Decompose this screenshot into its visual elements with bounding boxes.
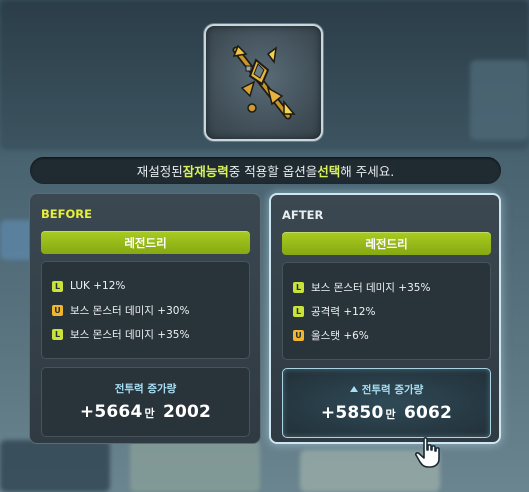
stat-row: L 보스 몬스터 데미지 +35% [293,275,490,299]
stat-row: L 공격력 +12% [293,299,490,323]
stat-text: 보스 몬스터 데미지 +35% [70,328,190,341]
before-power-label: 전투력 증가량 [114,383,177,395]
background-blur-bottom-1 [130,440,260,492]
power-value-unit: 만 [144,407,155,420]
legendary-grade-icon: L [52,328,63,340]
before-title: BEFORE [41,207,92,221]
instruction-bar: 재설정된 잠재능력 중 적용할 옵션을 선택 해 주세요. [30,157,501,184]
triangle-up-icon [349,386,358,392]
unique-grade-icon: U [293,329,304,341]
instruction-highlight-select: 선택 [317,164,341,179]
after-power-value: +5850 만 6062 [283,403,490,423]
stat-text: 보스 몬스터 데미지 +30% [70,304,190,317]
power-value-main: +5664 [79,402,143,422]
after-option-panel[interactable]: AFTER 레전드리 L 보스 몬스터 데미지 +35% L 공격력 +12% … [269,193,501,444]
stat-row: U 보스 몬스터 데미지 +30% [52,298,249,322]
after-title: AFTER [282,208,324,222]
power-value-rest: 2002 [162,402,212,422]
background-blur-right [470,60,529,140]
stat-row: U 올스탯 +6% [293,323,490,347]
stat-text: 올스탯 +6% [311,329,369,342]
instruction-text-1: 재설정된 [136,164,183,179]
stat-row: L 보스 몬스터 데미지 +35% [52,322,249,346]
power-value-unit: 만 [385,408,396,421]
item-slot [204,24,323,141]
instruction-highlight-potential: 잠재능력 [182,164,229,179]
weapon-item-icon [232,44,296,120]
stat-text: LUK +12% [70,280,126,292]
before-power-value: +5664 만 2002 [42,402,249,422]
legendary-grade-icon: L [52,280,63,292]
stat-text: 공격력 +12% [311,305,376,318]
after-power-label: 전투력 증가량 [283,382,490,397]
stat-text: 보스 몬스터 데미지 +35% [311,281,431,294]
before-stats-list: L LUK +12% U 보스 몬스터 데미지 +30% L 보스 몬스터 데미… [41,261,250,359]
after-power-label-text: 전투력 증가량 [361,384,424,396]
legendary-grade-icon: L [293,281,304,293]
before-grade-bar: 레전드리 [41,231,250,254]
after-stats-list: L 보스 몬스터 데미지 +35% L 공격력 +12% U 올스탯 +6% [282,262,491,360]
instruction-text-2: 중 적용할 옵션을 [228,164,318,179]
hand-pointer-icon [415,437,440,468]
before-option-panel[interactable]: BEFORE 레전드리 L LUK +12% U 보스 몬스터 데미지 +30%… [29,193,261,444]
instruction-text-3: 해 주세요. [340,164,395,179]
unique-grade-icon: U [52,304,63,316]
stat-row: L LUK +12% [52,274,249,298]
legendary-grade-icon: L [293,305,304,317]
after-grade-bar: 레전드리 [282,232,491,255]
before-power-box: 전투력 증가량 +5664 만 2002 [41,367,250,437]
power-value-rest: 6062 [403,403,453,423]
power-value-main: +5850 [320,403,384,423]
background-blur-bottom-left [0,440,110,492]
after-power-box: 전투력 증가량 +5850 만 6062 [282,368,491,438]
